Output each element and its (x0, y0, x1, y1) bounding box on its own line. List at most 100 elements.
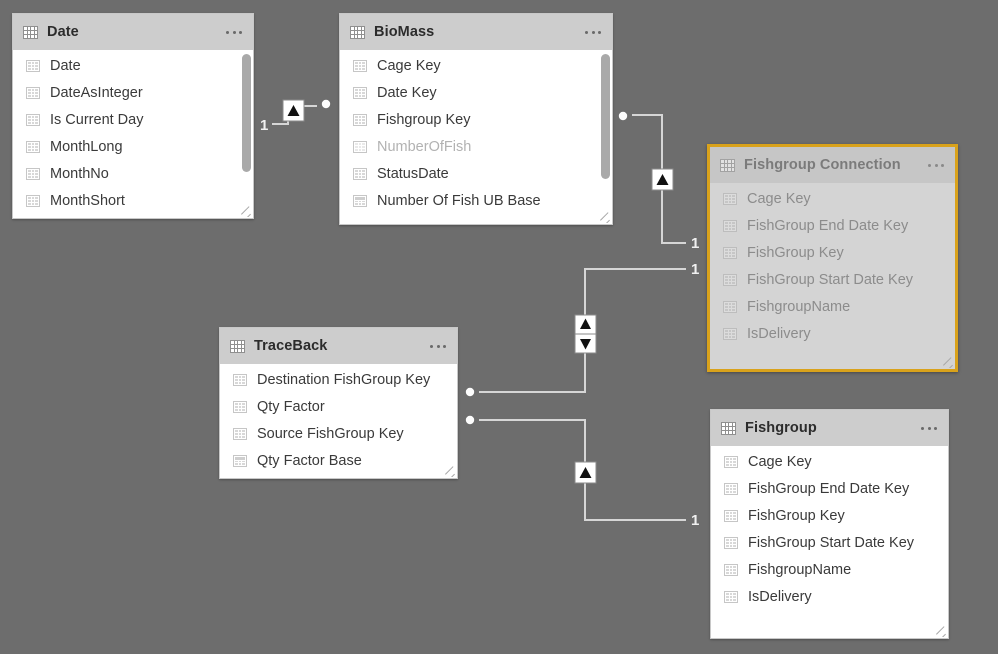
table-icon (720, 158, 735, 172)
table-header-traceback[interactable]: TraceBack (220, 328, 457, 364)
column-icon (723, 246, 737, 259)
resize-handle[interactable] (599, 211, 611, 223)
field-row[interactable]: FishGroup Key (710, 239, 955, 266)
field-label: Cage Key (748, 453, 812, 470)
relationship-biomass-fishgroup-connection[interactable] (618, 111, 686, 244)
resize-handle[interactable] (942, 356, 954, 368)
table-field-list[interactable]: Cage Key FishGroup End Date Key FishGrou… (711, 446, 948, 638)
table-card-fishgroup[interactable]: Fishgroup Cage Key FishGroup End Date Ke… (710, 409, 949, 639)
relationship-date-biomass[interactable] (272, 99, 331, 125)
measure-icon (233, 454, 247, 467)
column-icon (26, 86, 40, 99)
relationship-traceback-fishgroup-connection[interactable] (465, 268, 686, 397)
field-row[interactable]: Destination FishGroup Key (220, 366, 457, 393)
cross-filter-arrow-biomass-connection (651, 168, 674, 191)
field-row[interactable]: StatusDate (340, 160, 612, 187)
field-row[interactable]: IsDelivery (711, 583, 948, 610)
table-header-fishgroup[interactable]: Fishgroup (711, 410, 948, 446)
column-icon (724, 482, 738, 495)
column-icon (233, 373, 247, 386)
table-menu-icon[interactable] (919, 423, 939, 434)
table-header-biomass[interactable]: BioMass (340, 14, 612, 50)
vertical-scrollbar[interactable] (242, 54, 251, 172)
field-label: FishGroup Start Date Key (747, 271, 914, 288)
field-row[interactable]: FishGroup End Date Key (710, 212, 955, 239)
relationship-traceback-fishgroup[interactable] (465, 415, 686, 521)
field-label: Qty Factor Base (257, 452, 362, 469)
table-card-fishgroup-connection[interactable]: Fishgroup Connection Cage Key FishGroup … (707, 144, 958, 372)
column-icon (26, 140, 40, 153)
cross-filter-arrow-traceback-fishgroup (574, 461, 597, 484)
field-label: Date Key (377, 84, 437, 101)
field-row[interactable]: Is Current Day (13, 106, 253, 133)
field-label: Cage Key (747, 190, 811, 207)
table-title: BioMass (374, 24, 435, 40)
field-row[interactable]: Cage Key (340, 52, 612, 79)
table-card-biomass[interactable]: BioMass Cage Key Date Key Fishgroup Key … (339, 13, 613, 225)
cardinality-label: 1 (691, 512, 700, 529)
field-row[interactable]: FishgroupName (711, 556, 948, 583)
cardinality-label: 1 (691, 235, 700, 252)
field-row[interactable]: Qty Factor (220, 393, 457, 420)
field-label: FishGroup End Date Key (747, 217, 909, 234)
field-label: NumberOfFish (377, 138, 472, 155)
field-row[interactable]: FishGroup Key (711, 502, 948, 529)
table-title: Date (47, 24, 79, 40)
field-row[interactable]: FishGroup Start Date Key (710, 266, 955, 293)
column-icon (233, 400, 247, 413)
resize-handle[interactable] (444, 465, 456, 477)
table-field-list[interactable]: Cage Key FishGroup End Date Key FishGrou… (710, 183, 955, 369)
field-row[interactable]: FishGroup Start Date Key (711, 529, 948, 556)
field-row[interactable]: IsDelivery (710, 320, 955, 347)
measure-icon (353, 194, 367, 207)
column-icon (723, 273, 737, 286)
model-diagram-canvas[interactable]: .rl { stroke: #d6d6d6; stroke-width: 2; … (0, 0, 998, 654)
table-menu-icon[interactable] (428, 341, 448, 352)
field-row[interactable]: Fishgroup Key (340, 106, 612, 133)
column-icon (353, 86, 367, 99)
field-label: FishGroup End Date Key (748, 480, 910, 497)
many-marker-traceback-1 (465, 387, 475, 397)
column-icon (724, 509, 738, 522)
table-menu-icon[interactable] (926, 160, 946, 171)
column-icon (723, 192, 737, 205)
field-label: StatusDate (377, 165, 449, 182)
table-field-list[interactable]: Destination FishGroup Key Qty Factor Sou… (220, 364, 457, 478)
table-field-list[interactable]: Date DateAsInteger Is Current Day MonthL… (13, 50, 253, 218)
table-header-fishgroup-connection[interactable]: Fishgroup Connection (710, 147, 955, 183)
table-header-date[interactable]: Date (13, 14, 253, 50)
field-row[interactable]: MonthShort (13, 187, 253, 214)
table-menu-icon[interactable] (583, 27, 603, 38)
field-label: Destination FishGroup Key (257, 371, 431, 388)
field-row[interactable]: MonthLong (13, 133, 253, 160)
field-row[interactable]: Cage Key (710, 185, 955, 212)
field-row[interactable]: MonthNo (13, 160, 253, 187)
field-label: Date (50, 57, 81, 74)
table-menu-icon[interactable] (224, 27, 244, 38)
column-icon (353, 59, 367, 72)
table-card-traceback[interactable]: TraceBack Destination FishGroup Key Qty … (219, 327, 458, 479)
field-label: Fishgroup Key (377, 111, 471, 128)
field-row[interactable]: Source FishGroup Key (220, 420, 457, 447)
table-card-date[interactable]: Date Date DateAsInteger Is Current Day M… (12, 13, 254, 219)
table-icon (721, 421, 736, 435)
field-row[interactable]: FishGroup End Date Key (711, 475, 948, 502)
column-icon (353, 167, 367, 180)
field-label: MonthShort (50, 192, 125, 209)
field-label: Qty Factor (257, 398, 325, 415)
field-row[interactable]: Qty Factor Base (220, 447, 457, 474)
field-row[interactable]: Date Key (340, 79, 612, 106)
field-row[interactable]: Cage Key (711, 448, 948, 475)
field-row[interactable]: DateAsInteger (13, 79, 253, 106)
field-label: IsDelivery (748, 588, 812, 605)
table-field-list[interactable]: Cage Key Date Key Fishgroup Key NumberOf… (340, 50, 612, 224)
vertical-scrollbar[interactable] (601, 54, 610, 179)
field-row[interactable]: Number Of Fish UB Base (340, 187, 612, 214)
table-icon (23, 25, 38, 39)
field-row[interactable]: FishgroupName (710, 293, 955, 320)
field-row[interactable]: NumberOfFish (340, 133, 612, 160)
field-row[interactable]: Date (13, 52, 253, 79)
field-label: FishgroupName (747, 298, 851, 315)
resize-handle[interactable] (240, 205, 252, 217)
resize-handle[interactable] (935, 625, 947, 637)
